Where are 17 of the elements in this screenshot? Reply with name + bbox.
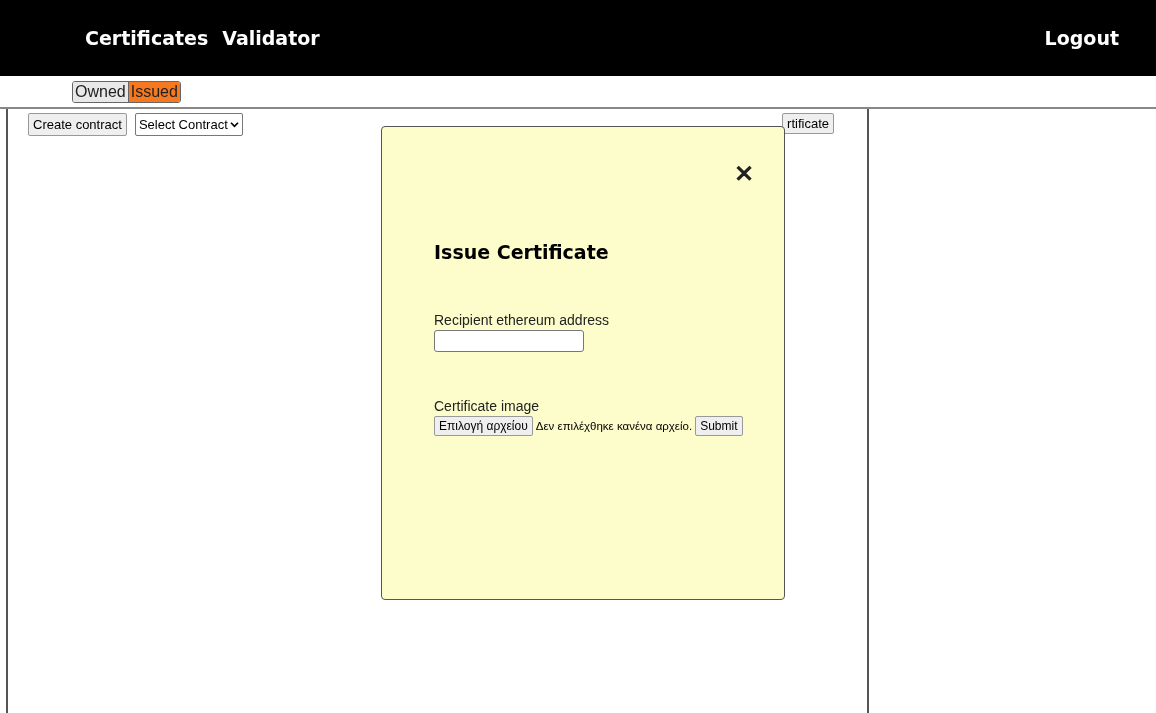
nav-link[interactable]: Certificates (85, 27, 209, 49)
tab[interactable]: Issued (127, 81, 180, 102)
nav-link[interactable]: Validator (222, 27, 320, 49)
submit-button[interactable]: Submit (695, 416, 743, 436)
choose-file-button[interactable]: Επιλογή αρχείου (434, 416, 533, 436)
modal-title: Issue Certificate (434, 241, 610, 263)
file-status-text: Δεν επιλέχθηκε κανένα αρχείο. (535, 420, 693, 432)
close-button[interactable]: ✕ (734, 161, 754, 187)
address-input-field[interactable] (434, 330, 584, 352)
logout-link[interactable]: Logout (1044, 27, 1119, 49)
field-label: Certificate image (434, 398, 541, 414)
issue-certificate-button[interactable]: rtificate (782, 113, 834, 134)
caret-icon (229, 121, 239, 128)
create-contract-button[interactable]: Create contract (28, 113, 127, 136)
field-label: Recipient ethereum address (434, 312, 611, 328)
tab[interactable]: Owned (73, 81, 128, 102)
contract-select[interactable]: Select Contract (134, 113, 243, 136)
